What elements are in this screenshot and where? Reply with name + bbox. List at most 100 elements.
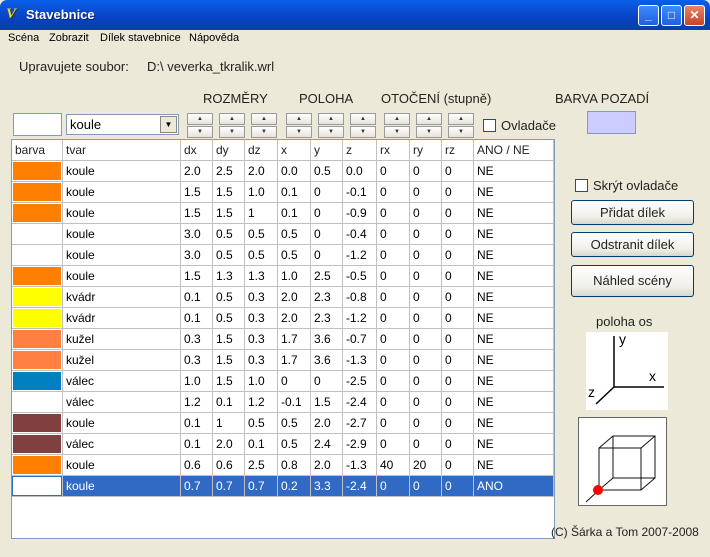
cell-dy[interactable]: 1.5	[213, 350, 245, 371]
cell-tvar[interactable]: koule	[63, 161, 181, 182]
cell-ano[interactable]: NE	[474, 371, 554, 392]
cell-y[interactable]: 2.0	[311, 455, 343, 476]
cell-rx[interactable]: 0	[377, 266, 410, 287]
cell-dy[interactable]: 0.5	[213, 287, 245, 308]
cell-dy[interactable]: 1.3	[213, 266, 245, 287]
cell-dz[interactable]: 0.1	[245, 434, 278, 455]
cell-rz[interactable]: 0	[442, 182, 474, 203]
cell-rz[interactable]: 0	[442, 350, 474, 371]
cell-dz[interactable]: 0.3	[245, 350, 278, 371]
cell-dz[interactable]: 0.3	[245, 308, 278, 329]
cell-ry[interactable]: 0	[410, 329, 442, 350]
cell-y[interactable]: 0	[311, 245, 343, 266]
color-swatch[interactable]	[13, 246, 61, 264]
cell-rx[interactable]: 0	[377, 392, 410, 413]
menu-scena[interactable]: Scéna	[8, 32, 39, 44]
table-row[interactable]: koule 1.5 1.5 1.0 0.1 0 -0.1 0 0 0 NE	[12, 182, 554, 203]
cell-y[interactable]: 0	[311, 224, 343, 245]
cell-ano[interactable]: NE	[474, 287, 554, 308]
cell-tvar[interactable]: kužel	[63, 350, 181, 371]
color-picker-swatch[interactable]	[13, 113, 62, 136]
cell-tvar[interactable]: kužel	[63, 329, 181, 350]
cell-rx[interactable]: 0	[377, 350, 410, 371]
color-cell[interactable]	[12, 287, 63, 308]
cell-ry[interactable]: 0	[410, 413, 442, 434]
color-swatch[interactable]	[13, 183, 61, 201]
close-button[interactable]: ✕	[684, 5, 705, 26]
minimize-button[interactable]: _	[638, 5, 659, 26]
cell-rx[interactable]: 0	[377, 434, 410, 455]
table-row[interactable]: koule 3.0 0.5 0.5 0.5 0 -1.2 0 0 0 NE	[12, 245, 554, 266]
chevron-down-icon[interactable]: ▼	[160, 116, 177, 133]
cell-z[interactable]: 0.0	[343, 161, 377, 182]
spinner-ry[interactable]: ▲ ▼	[416, 113, 442, 138]
cell-tvar[interactable]: koule	[63, 245, 181, 266]
cell-tvar[interactable]: koule	[63, 455, 181, 476]
cell-dz[interactable]: 0.7	[245, 476, 278, 497]
cell-y[interactable]: 3.3	[311, 476, 343, 497]
cell-ano[interactable]: NE	[474, 413, 554, 434]
cell-z[interactable]: -0.4	[343, 224, 377, 245]
cell-dx[interactable]: 0.1	[181, 308, 213, 329]
cell-ano[interactable]: NE	[474, 182, 554, 203]
cell-ry[interactable]: 0	[410, 434, 442, 455]
cell-ano[interactable]: NE	[474, 308, 554, 329]
odstranit-dilek-button[interactable]: Odstranit dílek	[571, 232, 694, 257]
cell-z[interactable]: -1.3	[343, 455, 377, 476]
color-cell[interactable]	[12, 371, 63, 392]
nahled-sceny-button[interactable]: Náhled scény	[571, 265, 694, 297]
cell-ano[interactable]: NE	[474, 203, 554, 224]
cell-y[interactable]: 0	[311, 371, 343, 392]
cell-x[interactable]: 2.0	[278, 308, 311, 329]
table-row[interactable]: kužel 0.3 1.5 0.3 1.7 3.6 -0.7 0 0 0 NE	[12, 329, 554, 350]
cell-x[interactable]: 0.8	[278, 455, 311, 476]
shape-select[interactable]: koule ▼	[66, 114, 179, 135]
cell-rz[interactable]: 0	[442, 224, 474, 245]
menu-zobrazit[interactable]: Zobrazit	[49, 32, 89, 44]
cell-y[interactable]: 0	[311, 182, 343, 203]
cell-y[interactable]: 0.5	[311, 161, 343, 182]
table-row[interactable]: válec 0.1 2.0 0.1 0.5 2.4 -2.9 0 0 0 NE	[12, 434, 554, 455]
cell-x[interactable]: 0.0	[278, 161, 311, 182]
cell-tvar[interactable]: koule	[63, 476, 181, 497]
table-row[interactable]: koule 2.0 2.5 2.0 0.0 0.5 0.0 0 0 0 NE	[12, 161, 554, 182]
table-row[interactable]: koule 1.5 1.5 1 0.1 0 -0.9 0 0 0 NE	[12, 203, 554, 224]
cell-x[interactable]: 0.2	[278, 476, 311, 497]
cell-rz[interactable]: 0	[442, 434, 474, 455]
color-cell[interactable]	[12, 161, 63, 182]
cell-dz[interactable]: 0.5	[245, 413, 278, 434]
cell-x[interactable]: 0.5	[278, 434, 311, 455]
cell-rx[interactable]: 0	[377, 224, 410, 245]
cell-ry[interactable]: 0	[410, 224, 442, 245]
cell-ano[interactable]: NE	[474, 161, 554, 182]
cell-tvar[interactable]: koule	[63, 266, 181, 287]
cell-dx[interactable]: 1.5	[181, 182, 213, 203]
color-cell[interactable]	[12, 224, 63, 245]
cell-y[interactable]: 1.5	[311, 392, 343, 413]
color-cell[interactable]	[12, 182, 63, 203]
cell-ano[interactable]: NE	[474, 266, 554, 287]
cell-dy[interactable]: 1.5	[213, 203, 245, 224]
cell-dx[interactable]: 1.5	[181, 266, 213, 287]
cell-dy[interactable]: 0.1	[213, 392, 245, 413]
cell-z[interactable]: -2.9	[343, 434, 377, 455]
cell-rx[interactable]: 0	[377, 329, 410, 350]
cell-dx[interactable]: 0.1	[181, 434, 213, 455]
cell-rz[interactable]: 0	[442, 371, 474, 392]
cell-rz[interactable]: 0	[442, 392, 474, 413]
color-swatch[interactable]	[13, 330, 61, 348]
cell-tvar[interactable]: koule	[63, 413, 181, 434]
color-cell[interactable]	[12, 392, 63, 413]
cell-x[interactable]: 2.0	[278, 287, 311, 308]
cell-tvar[interactable]: válec	[63, 371, 181, 392]
cell-y[interactable]: 2.3	[311, 308, 343, 329]
cell-ry[interactable]: 0	[410, 245, 442, 266]
cell-dy[interactable]: 1.5	[213, 182, 245, 203]
cell-dx[interactable]: 3.0	[181, 245, 213, 266]
cell-dx[interactable]: 0.3	[181, 329, 213, 350]
cell-dx[interactable]: 1.0	[181, 371, 213, 392]
maximize-button[interactable]: □	[661, 5, 682, 26]
cell-dy[interactable]: 2.0	[213, 434, 245, 455]
cell-dz[interactable]: 1.2	[245, 392, 278, 413]
cell-dz[interactable]: 1.3	[245, 266, 278, 287]
